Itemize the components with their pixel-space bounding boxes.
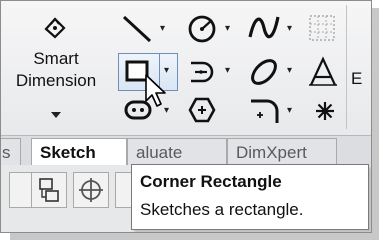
text-icon[interactable]: [307, 55, 341, 89]
configuration-manager-button[interactable]: [73, 172, 109, 208]
tooltip-title: Corner Rectangle: [140, 172, 282, 191]
command-manager-tabs: s Sketch aluate DimXpert: [1, 135, 371, 167]
smart-dimension-button[interactable]: Smart Dimension: [4, 7, 108, 131]
mouse-pointer-icon: [145, 74, 166, 107]
screenshot-frame: Smart Dimension ▾ ▾ ▾ ▾ ▾ ▾ ▾ ▾ E s Sket…: [0, 0, 372, 233]
smart-dimension-label-line2: Dimension: [15, 71, 97, 90]
fillet-dropdown-arrow[interactable]: ▾: [287, 105, 292, 116]
circle-dropdown-arrow[interactable]: ▾: [225, 23, 230, 34]
grid-icon[interactable]: [307, 13, 337, 43]
window-shadow-bottom: [10, 233, 379, 240]
smart-dimension-label-line1: Smart: [33, 49, 79, 68]
chevron-down-icon[interactable]: [50, 111, 62, 119]
crosshair-icon: [79, 178, 103, 202]
smart-dimension-icon: [44, 17, 66, 39]
property-tree-icon: [39, 178, 59, 202]
ribbon-separator: [346, 5, 347, 129]
tab-dimxpert[interactable]: DimXpert: [227, 138, 337, 165]
slot-icon[interactable]: [187, 55, 217, 89]
line-dropdown-arrow[interactable]: ▾: [160, 23, 165, 34]
point-icon[interactable]: [313, 99, 337, 123]
fillet-icon[interactable]: [249, 95, 281, 125]
tab-evaluate[interactable]: aluate: [127, 138, 227, 165]
slot-dropdown-arrow[interactable]: ▾: [225, 65, 230, 76]
ellipse-icon[interactable]: [247, 55, 281, 89]
line-icon[interactable]: [121, 13, 155, 45]
tooltip-description: Sketches a rectangle.: [140, 200, 304, 219]
tooltip: Corner Rectangle Sketches a rectangle.: [131, 164, 369, 230]
ellipse-dropdown-arrow[interactable]: ▾: [287, 65, 292, 76]
spline-dropdown-arrow[interactable]: ▾: [287, 23, 292, 34]
tab-sketch[interactable]: Sketch: [31, 138, 127, 165]
polygon-icon[interactable]: [187, 95, 217, 125]
spline-icon[interactable]: [247, 11, 281, 45]
tab-features-partial[interactable]: s: [1, 138, 21, 165]
circle-icon[interactable]: [186, 11, 218, 45]
command-manager-ribbon: Smart Dimension ▾ ▾ ▾ ▾ ▾ ▾ ▾ ▾ E: [1, 1, 371, 135]
property-manager-button[interactable]: [31, 172, 67, 208]
window-shadow-right: [372, 8, 379, 240]
partial-command-label: E: [351, 69, 363, 88]
